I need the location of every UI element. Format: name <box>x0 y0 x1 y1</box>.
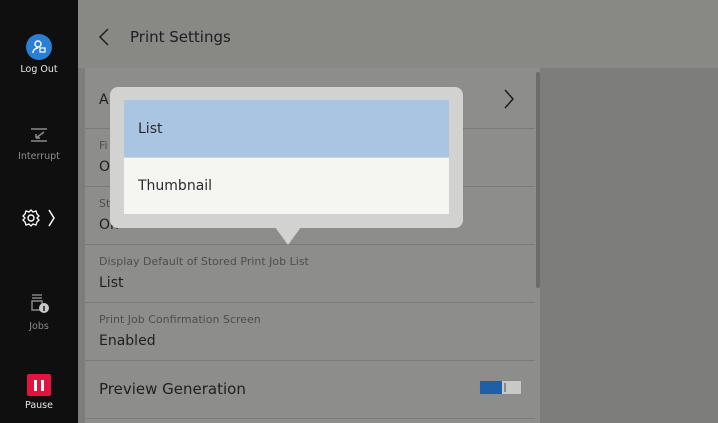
scrollbar[interactable] <box>536 72 540 288</box>
chevron-right-icon <box>504 89 515 109</box>
gear-icon <box>22 209 55 227</box>
option-thumbnail[interactable]: Thumbnail <box>124 158 449 214</box>
row-value: List <box>99 275 124 291</box>
user-icon <box>26 34 52 60</box>
pause-button[interactable]: Pause <box>0 374 78 411</box>
option-label: Thumbnail <box>138 178 213 194</box>
interrupt-icon <box>0 124 78 147</box>
pause-icon <box>27 374 51 396</box>
interrupt-button[interactable]: Interrupt <box>0 124 78 162</box>
row-label: St <box>99 197 111 210</box>
option-list[interactable]: List <box>124 100 449 157</box>
preview-generation-toggle[interactable] <box>479 380 522 395</box>
toggle-knob <box>504 383 506 392</box>
chevron-left-icon <box>98 28 109 46</box>
sidebar: Log Out Interrupt Jobs Pause <box>0 0 78 423</box>
list-item[interactable]: Preview Generation <box>85 361 535 419</box>
interrupt-label: Interrupt <box>18 151 60 162</box>
row-label: Fi <box>99 139 108 152</box>
row-value: Enabled <box>99 333 156 349</box>
row-label: Print Job Confirmation Screen <box>99 313 261 326</box>
option-label: List <box>138 120 163 137</box>
jobs-button[interactable]: Jobs <box>0 292 78 332</box>
page-title: Print Settings <box>130 28 231 46</box>
jobs-icon <box>31 294 49 313</box>
row-title: A <box>99 92 109 108</box>
logout-label: Log Out <box>20 64 58 75</box>
list-item[interactable]: Display Default of Stored Print Job List… <box>85 245 535 303</box>
list-item[interactable]: Print Job Confirmation Screen Enabled <box>85 303 535 361</box>
pause-label: Pause <box>25 400 53 411</box>
popup-pointer <box>275 227 301 245</box>
popup-menu: List Thumbnail <box>110 87 463 228</box>
jobs-label: Jobs <box>29 321 49 332</box>
back-button[interactable] <box>98 27 110 51</box>
logout-button[interactable]: Log Out <box>0 34 78 75</box>
row-label: Display Default of Stored Print Job List <box>99 255 309 268</box>
settings-button[interactable] <box>0 206 78 233</box>
row-title: Preview Generation <box>99 380 246 398</box>
toggle-on-fill <box>480 381 502 394</box>
row-value: O <box>99 159 111 175</box>
